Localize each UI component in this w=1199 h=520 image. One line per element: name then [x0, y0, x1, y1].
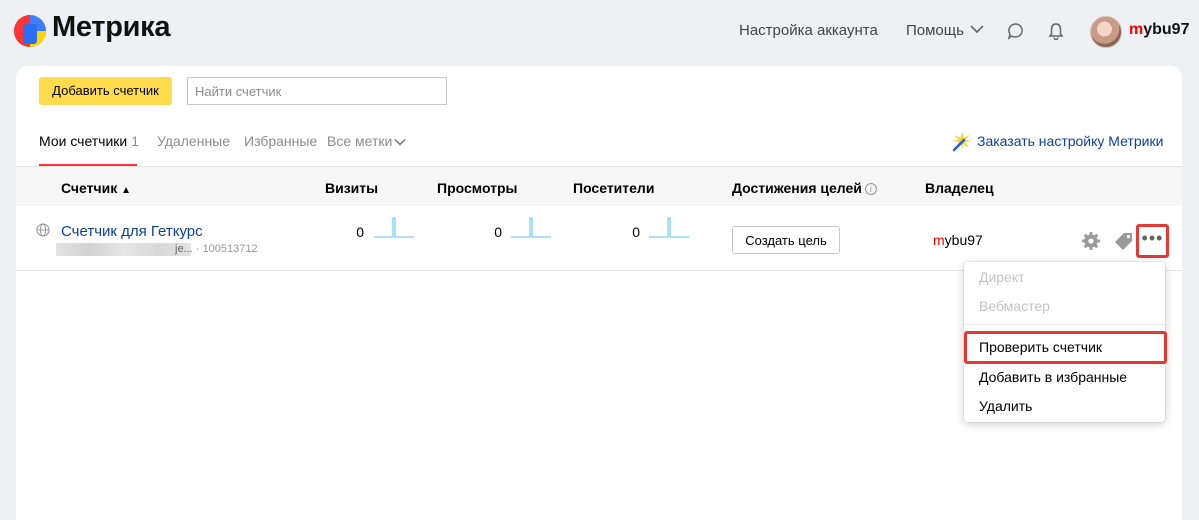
avatar[interactable] — [1090, 16, 1122, 48]
column-views[interactable]: Просмотры — [437, 180, 518, 196]
chat-icon[interactable] — [1007, 22, 1025, 40]
counter-site-id: je... · 100513712 — [175, 243, 258, 255]
visits-sparkline — [374, 217, 414, 238]
chevron-down-icon — [394, 139, 406, 146]
brand-title[interactable]: Метрика — [52, 11, 171, 44]
tab-all-labels[interactable]: Все метки — [327, 133, 406, 149]
column-visits[interactable]: Визиты — [325, 180, 378, 196]
metrika-logo-icon[interactable] — [14, 15, 46, 47]
menu-item-delete[interactable]: Удалить — [979, 398, 1032, 414]
menu-divider — [964, 324, 1165, 325]
search-counter-input[interactable] — [187, 77, 447, 105]
help-menu[interactable]: Помощь — [906, 22, 964, 39]
menu-item-add-favorites[interactable]: Добавить в избранные — [979, 369, 1127, 385]
column-visitors[interactable]: Посетители — [573, 180, 654, 196]
gear-icon[interactable] — [1081, 231, 1101, 251]
views-value: 0 — [494, 224, 502, 240]
tab-deleted[interactable]: Удаленные — [157, 133, 230, 149]
magic-wand-icon — [952, 131, 972, 152]
counter-name-link[interactable]: Счетчик для Геткурс — [61, 223, 203, 240]
menu-item-direct: Директ — [979, 269, 1025, 285]
tab-favorites[interactable]: Избранные — [244, 133, 317, 149]
more-actions-button[interactable]: ••• — [1136, 224, 1169, 258]
user-name[interactable]: mybu97 — [1129, 21, 1189, 39]
counter-actions-menu: Директ Вебмастер Проверить счетчик Добав… — [964, 262, 1167, 422]
blurred-site-url — [56, 243, 191, 256]
bell-icon[interactable] — [1048, 22, 1064, 40]
visitors-sparkline — [649, 217, 689, 238]
order-setup-link[interactable]: Заказать настройку Метрики — [951, 130, 1163, 152]
menu-item-check-counter[interactable]: Проверить счетчик — [979, 339, 1102, 355]
globe-icon — [36, 223, 50, 237]
views-sparkline — [511, 217, 551, 238]
account-settings-link[interactable]: Настройка аккаунта — [739, 22, 878, 39]
chevron-down-icon[interactable] — [970, 24, 984, 34]
column-counter[interactable]: Счетчик ▲ — [61, 180, 131, 196]
add-counter-button[interactable]: Добавить счетчик — [39, 77, 172, 105]
info-icon[interactable]: i — [864, 183, 877, 195]
menu-item-webmaster: Вебмастер — [979, 298, 1050, 314]
visitors-value: 0 — [632, 224, 640, 240]
column-owner[interactable]: Владелец — [925, 180, 994, 196]
create-goal-button[interactable]: Создать цель — [732, 226, 840, 254]
table-header: Счетчик ▲ Визиты Просмотры Посетители До… — [16, 166, 1182, 206]
tab-my-counters[interactable]: Мои счетчики 1 — [39, 133, 139, 149]
column-goals[interactable]: Достижения целей i — [732, 180, 877, 196]
sort-asc-icon: ▲ — [121, 185, 132, 196]
more-dots-icon: ••• — [1141, 228, 1164, 248]
tag-icon[interactable] — [1114, 231, 1134, 251]
owner-name: mybu97 — [933, 232, 983, 248]
visits-value: 0 — [356, 224, 364, 240]
